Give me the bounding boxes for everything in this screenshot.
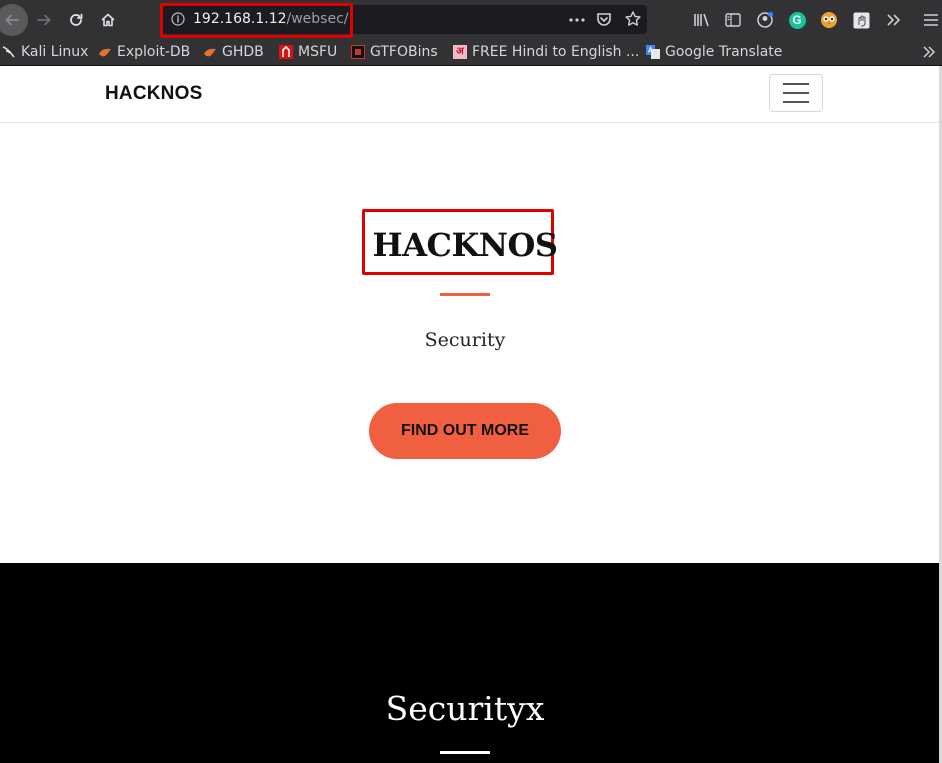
ghdb-icon bbox=[204, 48, 216, 57]
bookmark-gtfobins[interactable]: GTFOBins bbox=[351, 43, 438, 61]
url-host: 192.168.1.12 bbox=[193, 11, 287, 27]
hamburger-bar bbox=[783, 83, 809, 85]
gtfobins-icon bbox=[351, 45, 365, 59]
star-icon[interactable] bbox=[624, 10, 642, 28]
navbar-toggle-button[interactable] bbox=[769, 74, 823, 112]
url-path: /websec/ bbox=[286, 11, 349, 27]
info-icon[interactable] bbox=[171, 12, 185, 26]
chevron-double-right-icon bbox=[923, 46, 936, 58]
reload-button[interactable] bbox=[62, 6, 90, 34]
hero-title: HACKNOS bbox=[372, 226, 558, 264]
hero-divider bbox=[440, 293, 490, 296]
google-translate-icon bbox=[646, 45, 660, 59]
bookmark-exploit-db[interactable]: Exploit-DB bbox=[98, 43, 190, 61]
hand-icon bbox=[853, 12, 869, 28]
more-actions-icon[interactable] bbox=[568, 10, 586, 30]
home-button[interactable] bbox=[94, 6, 122, 34]
grammarly-extension[interactable]: G bbox=[787, 10, 807, 30]
site-navbar: HACKNOS bbox=[0, 66, 942, 123]
reload-icon bbox=[70, 13, 83, 26]
library-icon bbox=[694, 13, 709, 27]
menu-button[interactable] bbox=[921, 10, 941, 30]
arrow-left-icon bbox=[5, 14, 19, 26]
pocket-icon[interactable] bbox=[595, 10, 613, 28]
bookmark-google-translate[interactable]: Google Translate bbox=[646, 43, 782, 61]
bookmark-label: GTFOBins bbox=[370, 44, 438, 60]
bookmark-label: Exploit-DB bbox=[117, 44, 191, 60]
msfu-icon bbox=[279, 45, 293, 59]
library-button[interactable] bbox=[692, 10, 712, 30]
about-section: Securityx bbox=[0, 563, 942, 763]
section-title: Securityx bbox=[385, 689, 545, 728]
bookmark-label: MSFU bbox=[298, 44, 338, 60]
owl-icon bbox=[821, 12, 837, 28]
hamburger-bar bbox=[783, 92, 809, 94]
home-icon bbox=[101, 13, 115, 27]
account-button[interactable] bbox=[755, 10, 775, 30]
bookmark-label: Kali Linux bbox=[21, 44, 89, 60]
url-text[interactable]: 192.168.1.12/websec/ bbox=[193, 11, 349, 27]
hindi-letter-icon: अ bbox=[453, 45, 467, 59]
account-icon bbox=[757, 12, 773, 28]
puzzle-extension[interactable] bbox=[851, 10, 871, 30]
bookmark-label: GHDB bbox=[222, 44, 264, 60]
section-divider bbox=[440, 751, 490, 754]
bookmarks-overflow-button[interactable] bbox=[922, 43, 936, 61]
bookmark-kali-linux[interactable]: Kali Linux bbox=[2, 43, 88, 61]
hamburger-icon bbox=[924, 14, 938, 26]
owl-extension[interactable] bbox=[819, 10, 839, 30]
grammarly-icon: G bbox=[788, 11, 806, 29]
hamburger-bar bbox=[783, 101, 809, 103]
exploitdb-icon bbox=[99, 48, 111, 57]
hero-subtitle: Security bbox=[424, 329, 506, 351]
forward-button[interactable] bbox=[30, 6, 58, 34]
bookmark-label: Google Translate bbox=[665, 44, 783, 60]
chevron-double-right-icon bbox=[887, 14, 901, 26]
sidebar-icon bbox=[725, 13, 741, 27]
bookmark-msfu[interactable]: MSFU bbox=[279, 43, 337, 61]
kali-dragon-icon bbox=[2, 46, 15, 58]
find-out-more-button[interactable]: FIND OUT MORE bbox=[369, 403, 561, 459]
overflow-button[interactable] bbox=[883, 10, 903, 30]
browser-toolbar: 192.168.1.12/websec/ G bbox=[0, 0, 942, 40]
bookmark-hindi-english[interactable]: अ FREE Hindi to English ... bbox=[453, 43, 639, 61]
bookmark-ghdb[interactable]: GHDB bbox=[203, 43, 264, 61]
site-brand[interactable]: HACKNOS bbox=[105, 83, 202, 105]
bookmarks-toolbar: Kali Linux Exploit-DB GHDB MSFU GTFOBins… bbox=[0, 40, 942, 66]
sidebar-button[interactable] bbox=[723, 10, 743, 30]
back-button[interactable] bbox=[0, 4, 28, 36]
bookmark-label: FREE Hindi to English ... bbox=[472, 44, 640, 60]
arrow-right-icon bbox=[37, 14, 51, 26]
